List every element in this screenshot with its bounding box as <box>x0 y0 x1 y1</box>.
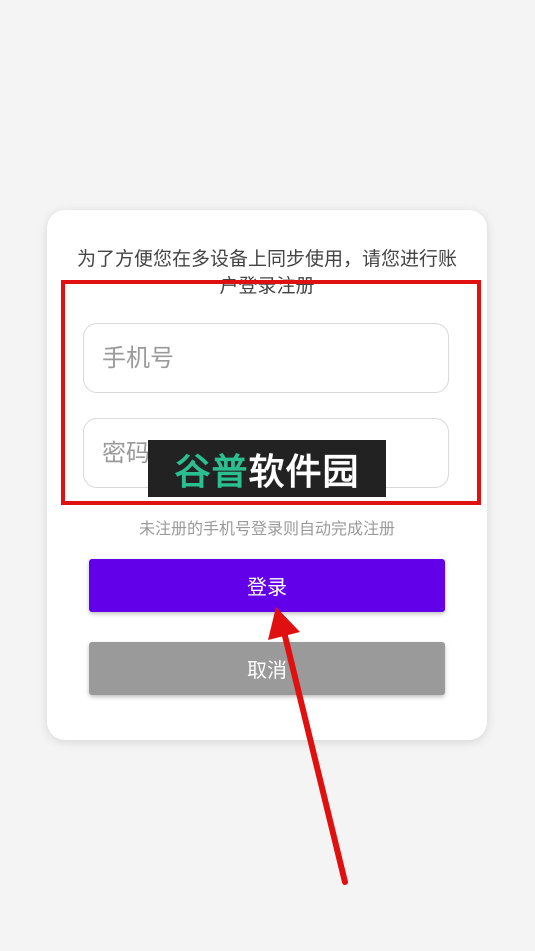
login-button[interactable]: 登录 <box>89 559 445 612</box>
watermark-part2: 软件园 <box>248 451 360 493</box>
auto-register-hint: 未注册的手机号登录则自动完成注册 <box>138 519 395 538</box>
watermark-logo: 谷普 软件园 <box>148 440 386 497</box>
cancel-button[interactable]: 取消 <box>89 642 445 695</box>
watermark-part1: 谷普 <box>174 451 249 493</box>
phone-input[interactable] <box>83 323 449 393</box>
dialog-message: 为了方便您在多设备上同步使用，请您进行账户登录注册 <box>77 248 458 297</box>
screen: 为了方便您在多设备上同步使用，请您进行账户登录注册 未注册的手机号登录则自动完成… <box>0 0 535 951</box>
